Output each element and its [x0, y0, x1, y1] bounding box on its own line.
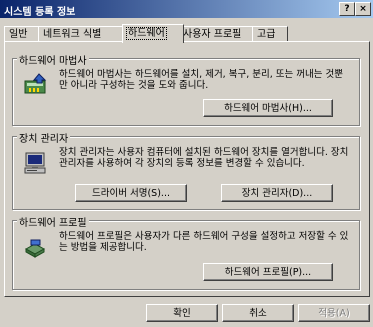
hardware-profiles-icon	[24, 239, 46, 258]
hardware-wizard-group: 하드웨어 마법사 하드웨어 마법사는 하드웨어를 설치, 제거, 복구, 분리,…	[12, 52, 360, 126]
device-manager-button[interactable]: 장치 관리자(D)...	[221, 184, 333, 202]
window-title: 시스템 등록 정보	[4, 7, 76, 18]
hardware-wizard-icon	[24, 73, 47, 94]
hardware-wizard-button[interactable]: 하드웨어 마법사(H)...	[203, 99, 333, 117]
hardware-tab-panel: 하드웨어 마법사 하드웨어 마법사는 하드웨어를 설치, 제거, 복구, 분리,…	[4, 41, 370, 297]
device-manager-description: 장치 관리자는 사용자 컴퓨터에 설치된 하드웨어 장치를 열거합니다. 장치 …	[59, 147, 349, 169]
device-manager-title: 장치 관리자	[17, 130, 71, 145]
cancel-button[interactable]: 취소	[222, 304, 294, 322]
title-bar[interactable]: 시스템 등록 정보 ? ×	[0, 0, 373, 18]
tab-advanced[interactable]: 고급	[252, 26, 288, 42]
close-button[interactable]: ×	[355, 2, 371, 16]
hardware-profiles-button[interactable]: 하드웨어 프로필(P)...	[203, 263, 333, 281]
driver-signing-button[interactable]: 드라이버 서명(S)...	[75, 184, 187, 202]
hardware-profiles-title: 하드웨어 프로필	[17, 214, 89, 229]
computer-icon	[24, 152, 46, 174]
hardware-profiles-group: 하드웨어 프로필 하드웨어 프로필은 사용자가 다른 하드웨어 구성을 설정하고…	[12, 214, 360, 290]
hardware-wizard-description: 하드웨어 마법사는 하드웨어를 설치, 제거, 복구, 분리, 또는 꺼내는 것…	[59, 69, 343, 91]
hardware-profiles-description: 하드웨어 프로필은 사용자가 다른 하드웨어 구성을 설정하고 저장할 수 있는…	[59, 231, 349, 253]
tab-hardware[interactable]: 하드웨어	[122, 24, 184, 43]
hardware-wizard-title: 하드웨어 마법사	[17, 52, 89, 67]
help-button[interactable]: ?	[339, 2, 355, 16]
tab-user-profiles[interactable]: 사용자 프로필	[178, 26, 258, 42]
system-properties-dialog: 시스템 등록 정보 ? × 일반 네트워크 식별 하드웨어 사용자 프로필 고급…	[0, 0, 373, 327]
tab-network-identification[interactable]: 네트워크 식별	[38, 26, 128, 42]
device-manager-group: 장치 관리자 장치 관리자는 사용자 컴퓨터에 설치된 하드웨어 장치를 열거합…	[12, 130, 360, 210]
ok-button[interactable]: 확인	[146, 304, 218, 322]
apply-button[interactable]: 적용(A)	[298, 304, 370, 322]
